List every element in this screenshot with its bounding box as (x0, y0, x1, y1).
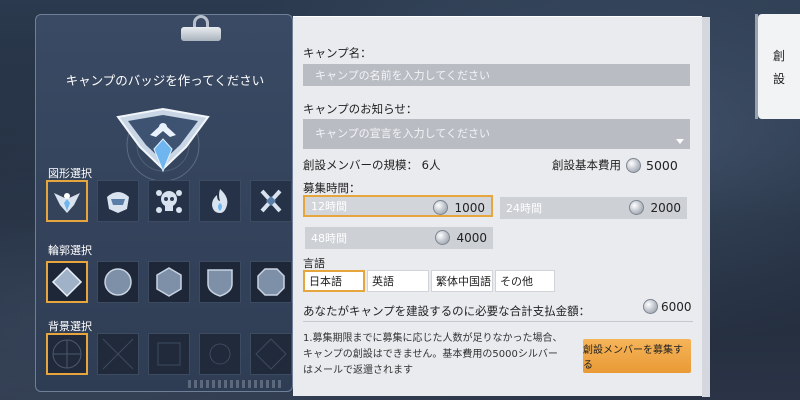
silver-coin-icon (435, 230, 451, 245)
base-fee: 創設基本費用 5000 (552, 157, 678, 173)
frame-option-octagon[interactable] (250, 261, 292, 303)
note-line: はメールで返還されます (303, 365, 413, 376)
frame-select-label: 輪郭選択 (48, 244, 92, 257)
shape-option-shark[interactable] (97, 180, 139, 222)
frame-option-diamond[interactable] (46, 261, 88, 303)
duration-cost: 2000 (650, 200, 681, 215)
background-option-2[interactable] (97, 333, 139, 375)
total-cost: 6000 (643, 299, 692, 314)
circle-frame-icon (104, 268, 132, 296)
base-fee-label: 創設基本費用 (552, 158, 621, 172)
badge-editor-panel: キャンプのバッジを作ってください 図形選択 輪郭選択 背景選択 (35, 14, 293, 392)
tab-create[interactable]: 創 設 (755, 14, 800, 119)
silver-coin-icon (626, 157, 641, 173)
note-line: キャンプの創設はできません。基本費用の5000シルバー (303, 349, 558, 360)
duration-option-24h[interactable]: 24時間 2000 (500, 197, 687, 219)
shark-emblem-icon (107, 192, 129, 213)
background-option-4[interactable] (199, 333, 241, 375)
frame-row (46, 261, 292, 303)
duration-option-48h[interactable]: 48時間 4000 (305, 227, 493, 249)
recruit-members-button[interactable]: 創設メンバーを募集する (583, 339, 691, 373)
duration-label: 48時間 (311, 232, 347, 245)
shape-select-label: 図形選択 (48, 167, 92, 180)
clipboard-clip (181, 15, 221, 45)
flame-emblem-icon (212, 189, 228, 213)
tab-create-char: 創 (772, 48, 785, 63)
camp-notice-label: キャンプのお知らせ： (303, 102, 418, 116)
language-option-japanese[interactable]: 日本語 (303, 270, 365, 292)
total-cost-label: あなたがキャンプを建設するのに必要な合計支払金額： (303, 304, 591, 318)
tab-create-char: 設 (772, 71, 785, 86)
silver-coin-icon (629, 200, 645, 215)
member-scale-value: 6人 (421, 158, 441, 172)
member-scale-label: 創設メンバーの規模： 6人 (303, 157, 440, 173)
duration-label: 12時間 (311, 200, 347, 213)
background-option-5[interactable] (250, 333, 292, 375)
skull-emblem-icon (156, 190, 182, 213)
duration-cost: 4000 (456, 230, 487, 245)
background-row (46, 333, 292, 375)
pattern-background-icon (255, 338, 287, 370)
background-option-3[interactable] (148, 333, 190, 375)
base-fee-value: 5000 (646, 157, 678, 173)
language-option-other[interactable]: その他 (495, 270, 555, 292)
camp-creation-form: キャンプ名： キャンプの名前を入力してください キャンプのお知らせ： キャンプの… (293, 16, 710, 397)
frame-option-hexagon[interactable] (148, 261, 190, 303)
badge-preview (116, 107, 210, 182)
member-scale-text: 創設メンバーの規模： (303, 158, 418, 172)
note-line: 1.募集期限までに募集に応じた人数が足りなかった場合、 (303, 333, 563, 344)
language-label: 言語 (303, 257, 325, 270)
pattern-background-icon (209, 343, 231, 365)
background-select-label: 背景選択 (48, 320, 92, 333)
duration-label: 24時間 (506, 202, 542, 215)
silver-coin-icon (433, 200, 449, 215)
triangle-down-icon (676, 139, 684, 144)
camp-name-label: キャンプ名： (303, 46, 372, 60)
total-cost-value: 6000 (661, 299, 692, 314)
shape-option-crossed-blades[interactable] (250, 180, 292, 222)
language-option-english[interactable]: 英語 (367, 270, 429, 292)
language-option-traditional-chinese[interactable]: 繁体中国語 (431, 270, 493, 292)
duration-option-12h[interactable]: 12時間 1000 (303, 195, 493, 217)
panel-footer-decoration (188, 380, 283, 388)
shape-option-flame[interactable] (199, 180, 241, 222)
frame-option-shield[interactable] (199, 261, 241, 303)
frame-option-circle[interactable] (97, 261, 139, 303)
silver-coin-icon (643, 299, 658, 314)
crossed-blades-icon (260, 189, 282, 213)
shape-option-eagle[interactable] (46, 180, 88, 222)
hexagon-frame-icon (156, 267, 182, 297)
background-option-1[interactable] (46, 333, 88, 375)
pattern-background-icon (52, 339, 82, 369)
divider (303, 321, 693, 322)
recruit-time-label: 募集時間： (303, 181, 361, 195)
pattern-background-icon (102, 338, 134, 370)
octagon-frame-icon (257, 268, 285, 296)
pattern-background-icon (157, 342, 181, 366)
camp-notice-placeholder: キャンプの宣言を入力してください (315, 127, 491, 140)
duration-cost: 1000 (454, 200, 485, 215)
recruit-note: 1.募集期限までに募集に応じた人数が足りなかった場合、 キャンプの創設はできませ… (303, 331, 573, 377)
shape-row (46, 180, 292, 222)
camp-notice-input[interactable]: キャンプの宣言を入力してください (303, 119, 690, 149)
diamond-frame-icon (51, 266, 83, 298)
shield-frame-icon (207, 269, 233, 297)
eagle-emblem-icon (54, 193, 80, 213)
shape-option-skull[interactable] (148, 180, 190, 222)
camp-name-input[interactable]: キャンプの名前を入力してください (303, 64, 690, 86)
